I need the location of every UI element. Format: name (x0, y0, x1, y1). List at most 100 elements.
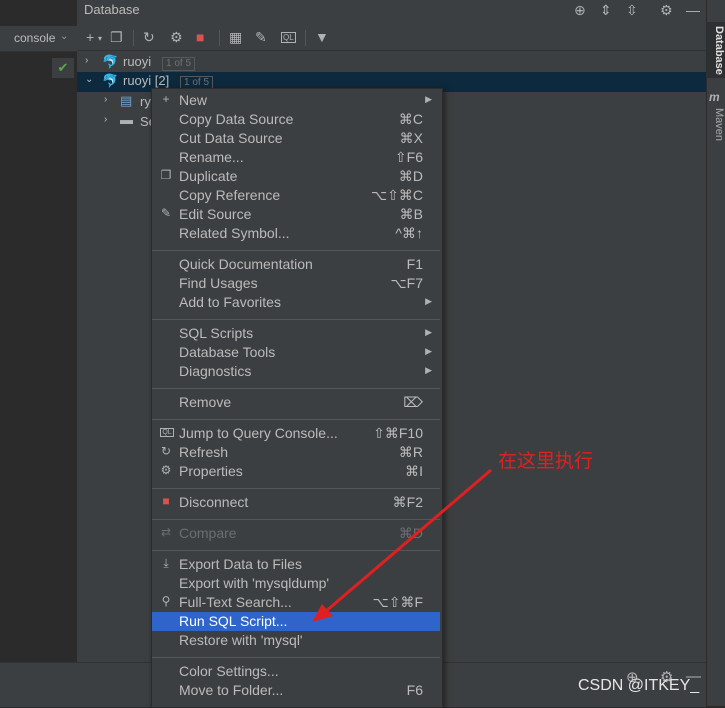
mysql-icon: 🐬 (102, 73, 119, 88)
console-tab-label[interactable]: console (14, 31, 55, 45)
maven-tool-tab[interactable]: Maven (706, 108, 725, 141)
menu-item-cut-data-source[interactable]: Cut Data Source ⌘X (152, 129, 440, 148)
menu-item-shortcut: ⌘B (399, 206, 423, 222)
check-icon[interactable]: ✔ (52, 58, 74, 78)
menu-item-label: Move to Folder... (179, 682, 284, 698)
menu-item-move-to-folder[interactable]: Move to Folder... F6 (152, 681, 440, 700)
mysql-icon: 🐬 (102, 54, 119, 69)
filter-icon[interactable]: ▼ (315, 29, 329, 45)
menu-item-label: SQL Scripts (179, 325, 254, 341)
menu-item-add-to-favorites[interactable]: Add to Favorites ▶ (152, 293, 440, 312)
menu-separator (152, 388, 440, 389)
duplicate-icon: ❐ (160, 168, 172, 182)
menu-item-shortcut: ⌥⇧⌘C (371, 187, 423, 203)
menu-item-duplicate[interactable]: ❐ Duplicate ⌘D (152, 167, 440, 186)
stop-icon[interactable]: ■ (196, 29, 204, 45)
maven-icon: m (709, 90, 720, 104)
chevron-right-icon[interactable]: › (85, 55, 88, 66)
menu-separator (152, 319, 440, 320)
properties-icon: ⚙ (160, 463, 172, 477)
export-data-to-files-icon: ⤓ (163, 556, 169, 570)
chevron-right-icon[interactable]: › (104, 94, 107, 105)
menu-item-shortcut: ⌘X (399, 130, 423, 146)
menu-item-shortcut: ⌘D (398, 525, 423, 541)
schema-icon: ▤ (120, 93, 133, 108)
menu-item-remove[interactable]: Remove ⌦ (152, 393, 440, 412)
locate-icon[interactable]: ⊕ (574, 2, 586, 19)
menu-item-sql-scripts[interactable]: SQL Scripts ▶ (152, 324, 440, 343)
menu-item-label: New (179, 92, 208, 108)
menu-item-compare[interactable]: ⇄ Compare ⌘D (152, 524, 440, 543)
menu-separator (152, 488, 440, 489)
menu-item-label: Copy Data Source (179, 111, 294, 127)
tree-item-label[interactable]: ruoyi [2] (123, 73, 169, 88)
hide-panel-icon[interactable]: — (686, 2, 700, 18)
edit-source-icon: ✎ (160, 206, 172, 220)
menu-item-edit-source[interactable]: ✎ Edit Source ⌘B (152, 205, 440, 224)
menu-item-full-text-search[interactable]: ⚲ Full-Text Search... ⌥⇧⌘F (152, 593, 440, 612)
disconnect-icon: ■ (162, 494, 170, 508)
menu-item-shortcut: ⌥⇧⌘F (372, 594, 423, 610)
menu-item-database-tools[interactable]: Database Tools ▶ (152, 343, 440, 362)
menu-item-run-sql-script[interactable]: Run SQL Script... (152, 612, 440, 631)
menu-item-label: Color Settings... (179, 663, 279, 679)
chevron-down-icon[interactable]: ▾ (98, 34, 102, 43)
menu-item-label: Run SQL Script... (179, 613, 288, 629)
gear-icon[interactable]: ⚙ (660, 2, 673, 19)
menu-item-label: Diagnostics (179, 363, 252, 379)
folder-icon: ▬ (120, 112, 133, 127)
toolbar-separator (133, 30, 134, 46)
menu-item-shortcut: F1 (406, 256, 423, 272)
menu-item-label: Export with 'mysqldump' (179, 575, 330, 591)
table-icon[interactable]: ▦ (229, 29, 242, 46)
menu-item-label: Database Tools (179, 344, 276, 360)
submenu-arrow-icon: ▶ (425, 327, 432, 337)
submenu-arrow-icon: ▶ (425, 346, 432, 356)
submenu-arrow-icon: ▶ (425, 296, 432, 306)
editor-area (0, 0, 78, 706)
menu-item-properties[interactable]: ⚙ Properties ⌘I (152, 462, 440, 481)
menu-item-quick-documentation[interactable]: Quick Documentation F1 (152, 255, 440, 274)
menu-item-diagnostics[interactable]: Diagnostics ▶ (152, 362, 440, 381)
database-tool-tab[interactable]: Database (706, 22, 725, 78)
menu-item-disconnect[interactable]: ■ Disconnect ⌘F2 (152, 493, 440, 512)
expand-all-icon[interactable]: ⇕ (600, 2, 612, 19)
menu-item-related-symbol[interactable]: Related Symbol... ^⌘↑ (152, 224, 440, 243)
menu-item-shortcut: ⌦ (403, 394, 423, 410)
menu-item-new[interactable]: + New ▶ (152, 91, 440, 110)
refresh-icon[interactable]: ↻ (143, 29, 155, 46)
menu-item-label: Rename... (179, 149, 244, 165)
tree-item-label[interactable]: ry (140, 94, 151, 109)
menu-item-copy-reference[interactable]: Copy Reference ⌥⇧⌘C (152, 186, 440, 205)
toolbar-separator (219, 30, 220, 46)
edit-icon[interactable]: ✎ (255, 29, 267, 46)
tree-item-label[interactable]: ruoyi (123, 54, 151, 69)
menu-item-jump-to-query-console[interactable]: QL Jump to Query Console... ⇧⌘F10 (152, 424, 440, 443)
menu-item-restore-with-mysql[interactable]: Restore with 'mysql' (152, 631, 440, 650)
chevron-right-icon[interactable]: › (104, 114, 107, 125)
menu-separator (152, 550, 440, 551)
menu-item-color-settings[interactable]: Color Settings... (152, 662, 440, 681)
menu-item-refresh[interactable]: ↻ Refresh ⌘R (152, 443, 440, 462)
menu-item-label: Remove (179, 394, 232, 410)
menu-item-shortcut: ⌘D (398, 168, 423, 184)
collapse-all-icon[interactable]: ⇳ (626, 2, 638, 19)
menu-item-find-usages[interactable]: Find Usages ⌥F7 (152, 274, 440, 293)
menu-item-label: Refresh (179, 444, 229, 460)
full-text-search-icon: ⚲ (161, 594, 171, 608)
submenu-arrow-icon: ▶ (425, 94, 432, 104)
refresh-icon: ↻ (160, 444, 172, 458)
console-icon[interactable]: QL (281, 32, 296, 43)
menu-item-copy-data-source[interactable]: Copy Data Source ⌘C (152, 110, 440, 129)
menu-item-shortcut: ⌥F7 (390, 275, 423, 291)
chevron-down-icon[interactable]: ⌄ (85, 74, 93, 85)
properties-icon[interactable]: ⚙ (170, 29, 183, 46)
menu-item-shortcut: ^⌘↑ (395, 225, 423, 241)
menu-item-export-data-to-files[interactable]: ⤓ Export Data to Files (152, 555, 440, 574)
menu-item-export-with-mysqldump[interactable]: Export with 'mysqldump' (152, 574, 440, 593)
copy-icon[interactable]: ❐ (110, 29, 123, 46)
chevron-down-icon[interactable]: ⌄ (60, 31, 68, 42)
menu-separator (152, 419, 440, 420)
add-icon[interactable]: + (86, 29, 94, 45)
menu-item-rename[interactable]: Rename... ⇧F6 (152, 148, 440, 167)
